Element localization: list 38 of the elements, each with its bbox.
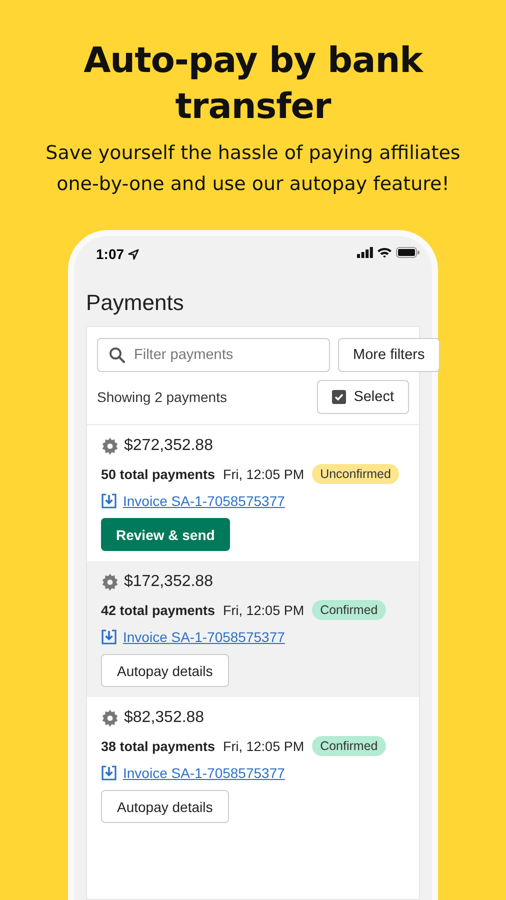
- location-arrow-icon: [128, 248, 140, 260]
- payment-total: 38 total payments: [101, 738, 216, 754]
- payment-amount: $272,352.88: [124, 437, 213, 455]
- payment-amount: $82,352.88: [124, 709, 204, 727]
- download-icon: [101, 765, 117, 781]
- wifi-icon: [377, 247, 392, 258]
- download-icon: [101, 629, 117, 645]
- select-button[interactable]: Select: [316, 380, 409, 414]
- status-time: 1:07: [96, 246, 124, 262]
- search-icon: [109, 347, 125, 363]
- payment-total: 50 total payments: [101, 466, 216, 482]
- payment-time: Fri, 12:05 PM: [223, 466, 304, 482]
- gear-icon: [101, 573, 119, 591]
- payment-amount: $172,352.88: [124, 573, 213, 591]
- details-button[interactable]: Autopay details: [101, 790, 229, 823]
- headline: Auto-pay by bank transfer: [82, 40, 424, 129]
- page-title: Payments: [85, 289, 185, 316]
- signal-icon: [357, 247, 373, 258]
- review-button[interactable]: Review & send: [101, 518, 230, 551]
- payment-time: Fri, 12:05 PM: [223, 738, 304, 754]
- status-badge: Unconfirmed: [312, 464, 399, 484]
- invoice-link[interactable]: Invoice SA-1-7058575377: [123, 629, 285, 645]
- invoice-link[interactable]: Invoice SA-1-7058575377: [123, 493, 285, 509]
- status-badge: Confirmed: [312, 736, 386, 756]
- subtitle: Save yourself the hassle of paying affiliates one-by-one and use our autopay feature!: [44, 141, 462, 197]
- invoice-link[interactable]: Invoice SA-1-7058575377: [123, 765, 285, 781]
- payment-total: 42 total payments: [101, 602, 216, 618]
- gear-icon: [101, 437, 119, 455]
- status-badge: Confirmed: [312, 600, 386, 620]
- battery-icon: [396, 247, 420, 258]
- payment-time: Fri, 12:05 PM: [223, 602, 304, 618]
- download-icon: [101, 493, 117, 509]
- search-field[interactable]: Filter payments: [97, 338, 330, 372]
- payment-item[interactable]: $172,352.88 42 total payments Fri, 12:05 PM Confirmed Invoice SA-1-7058575377 Autopay details: [87, 561, 419, 697]
- gear-icon: [101, 709, 119, 727]
- details-button[interactable]: Autopay details: [101, 654, 229, 687]
- payment-count: Showing 2 payments: [97, 389, 227, 405]
- more-filters-button[interactable]: More filters: [338, 338, 440, 372]
